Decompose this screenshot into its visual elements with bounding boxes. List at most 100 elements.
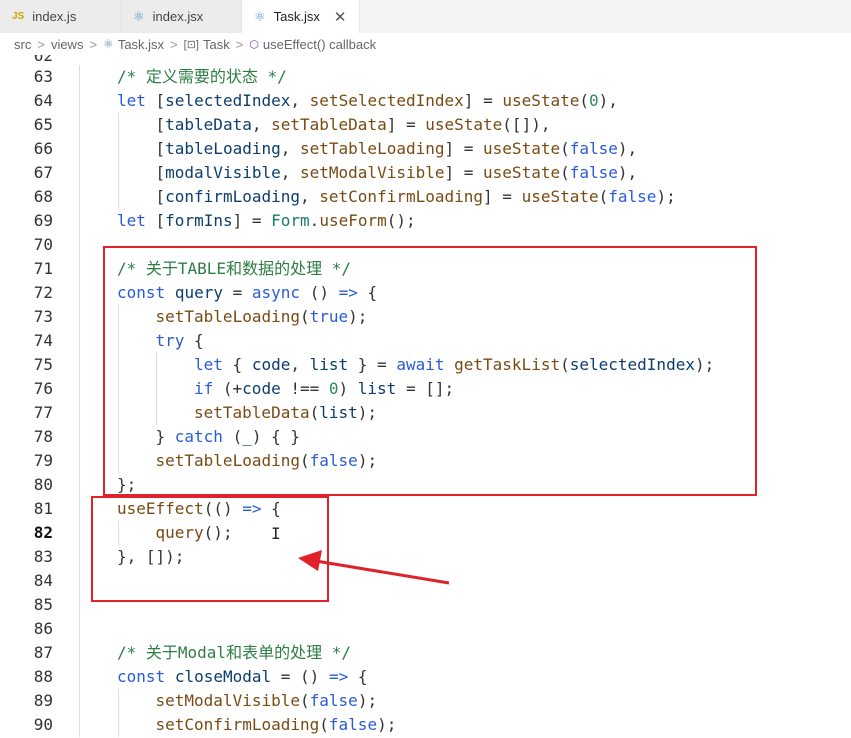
code-token: ] =	[444, 139, 484, 158]
code-token: (	[598, 187, 609, 206]
line-number: 82	[33, 523, 53, 542]
code-line[interactable]: 69 let [formIns] = Form.useForm();	[0, 209, 851, 233]
tab-task-jsx[interactable]: ⚛ Task.jsx ✕	[242, 0, 360, 33]
code-token: useState	[483, 163, 561, 182]
chevron-right-icon: >	[170, 36, 178, 52]
code-text: const closeModal = () => {	[117, 665, 367, 689]
line-number: 84	[33, 571, 53, 590]
indent-guide	[79, 113, 80, 137]
highlight-box-query-function	[103, 246, 757, 496]
line-number: 78	[33, 427, 53, 446]
code-line[interactable]: 67 [modalVisible, setModalVisible] = useS…	[0, 161, 851, 185]
indent-guide	[79, 449, 80, 473]
indent-guide	[79, 137, 80, 161]
code-token: selectedIndex	[165, 91, 291, 110]
code-line[interactable]: 65 [tableData, setTableData] = useState([…	[0, 113, 851, 137]
code-line[interactable]: 89 setModalVisible(false);	[0, 689, 851, 713]
code-token: ] =	[386, 115, 426, 134]
line-number: 83	[33, 547, 53, 566]
tab-index-jsx[interactable]: ⚛ index.jsx	[121, 0, 242, 33]
code-token: [	[145, 91, 166, 110]
code-token: {	[348, 667, 368, 686]
code-token: ),	[617, 163, 638, 182]
indent-guide	[79, 569, 80, 593]
line-number: 89	[33, 691, 53, 710]
code-token: [	[155, 139, 166, 158]
line-number: 88	[33, 667, 53, 686]
code-token: setConfirmLoading	[155, 715, 320, 734]
line-number: 64	[33, 91, 53, 110]
line-number: 72	[33, 283, 53, 302]
chevron-right-icon: >	[235, 36, 244, 52]
line-number: 75	[33, 355, 53, 374]
code-token: useState	[502, 91, 580, 110]
code-line[interactable]: 88 const closeModal = () => {	[0, 665, 851, 689]
line-number: 65	[33, 115, 53, 134]
tab-label: index.js	[32, 9, 77, 24]
line-number: 85	[33, 595, 53, 614]
code-token: 0	[589, 91, 599, 110]
code-token: setModalVisible	[300, 163, 445, 182]
code-token: = ()	[271, 667, 329, 686]
code-token: [	[145, 211, 166, 230]
indent-guide	[79, 593, 80, 617]
indent-guide	[79, 545, 80, 569]
breadcrumb-item-component[interactable]: Task	[203, 37, 230, 52]
indent-guide	[79, 425, 80, 449]
indent-guide	[79, 65, 80, 89]
indent-guide	[117, 185, 119, 209]
line-number: 80	[33, 475, 53, 494]
indent-guide	[79, 161, 80, 185]
code-line[interactable]: 66 [tableLoading, setTableLoading] = useS…	[0, 137, 851, 161]
code-token: ),	[598, 91, 618, 110]
line-number: 76	[33, 379, 53, 398]
code-token: formIns	[165, 211, 233, 230]
code-token: let	[117, 211, 146, 230]
indent-guide	[117, 161, 119, 185]
code-line[interactable]: 87 /* 关于Modal和表单的处理 */	[0, 641, 851, 665]
chevron-right-icon: >	[89, 36, 98, 52]
code-token: false	[569, 139, 618, 158]
code-line[interactable]: 68 [confirmLoading, setConfirmLoading] = …	[0, 185, 851, 209]
breadcrumb-item-src[interactable]: src	[14, 37, 31, 52]
breadcrumb-item-views[interactable]: views	[51, 37, 84, 52]
indent-guide	[79, 209, 80, 233]
close-icon[interactable]: ✕	[334, 8, 347, 26]
code-line[interactable]: 63 /* 定义需要的状态 */	[0, 65, 851, 89]
tab-index-js[interactable]: JS index.js	[0, 0, 121, 33]
code-token: ();	[386, 211, 416, 230]
code-token: confirmLoading	[165, 187, 300, 206]
code-line[interactable]: 90 setConfirmLoading(false);	[0, 713, 851, 737]
line-number: 79	[33, 451, 53, 470]
code-token: false	[569, 163, 618, 182]
code-text: [tableData, setTableData] = useState([])…	[156, 113, 551, 137]
code-token: useForm	[319, 211, 387, 230]
code-token: (	[560, 139, 570, 158]
breadcrumb-item-callback[interactable]: useEffect() callback	[263, 37, 376, 52]
code-line[interactable]: 64 let [selectedIndex, setSelectedIndex] …	[0, 89, 851, 113]
indent-guide	[79, 353, 80, 377]
line-number: 70	[33, 235, 53, 254]
indent-guide	[79, 329, 80, 353]
breadcrumb-item-file[interactable]: Task.jsx	[118, 37, 164, 52]
line-number: 74	[33, 331, 53, 350]
code-token: (	[300, 691, 310, 710]
code-line[interactable]: 86	[0, 617, 851, 641]
code-token: (	[579, 91, 590, 110]
code-token: modalVisible	[165, 163, 281, 182]
code-token: );	[377, 715, 397, 734]
code-text: setModalVisible(false);	[156, 689, 378, 713]
code-token: ,	[300, 187, 320, 206]
code-token: .	[309, 211, 320, 230]
indent-guide	[79, 521, 80, 545]
code-text: /* 定义需要的状态 */	[117, 65, 287, 89]
line-number-peek: 62	[33, 55, 53, 65]
line-number: 81	[33, 499, 53, 518]
line-number: 87	[33, 643, 53, 662]
code-token: tableLoading	[165, 139, 281, 158]
indent-guide	[79, 641, 80, 665]
code-token: const	[117, 667, 166, 686]
react-icon: ⚛	[254, 8, 266, 24]
code-text: [tableLoading, setTableLoading] = useSta…	[156, 137, 638, 161]
code-token: ([]),	[502, 115, 551, 134]
